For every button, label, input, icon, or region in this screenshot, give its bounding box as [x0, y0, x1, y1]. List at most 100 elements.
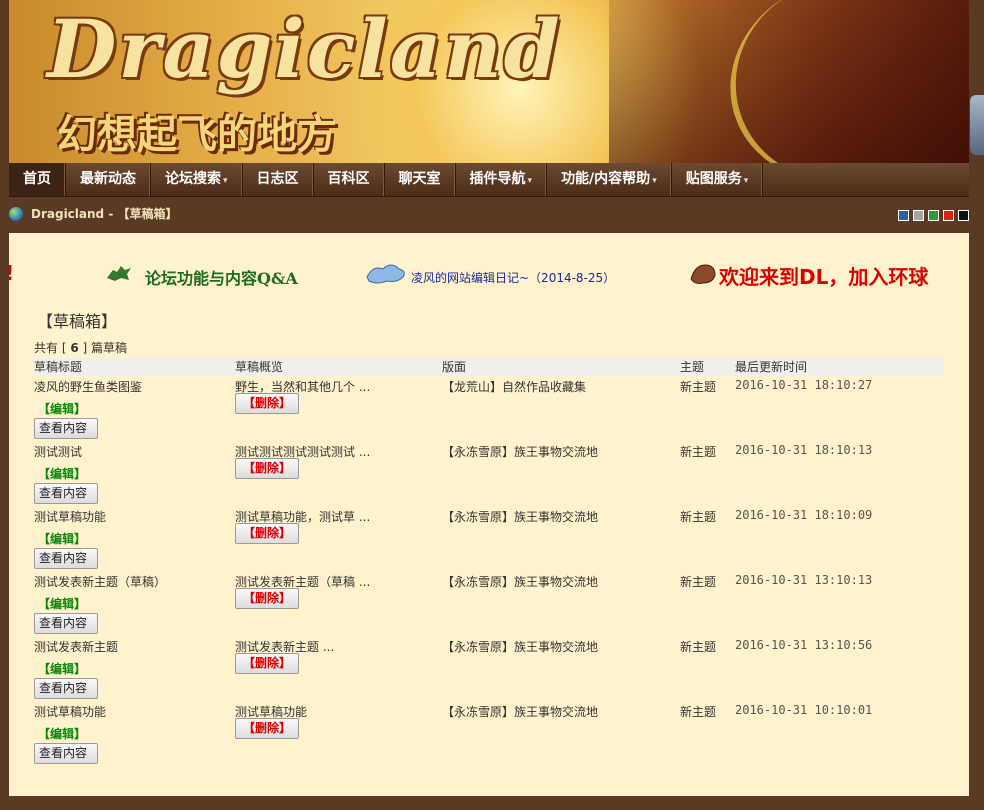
main-content: ! 论坛功能与内容Q&A 凌风的网站编辑日记~（2014-8-25） 欢迎来到D… — [9, 233, 969, 796]
edit-link[interactable]: 【编辑】 — [38, 725, 86, 742]
draft-updated-time: 2016-10-31 13:10:13 — [735, 573, 873, 587]
draft-board: 【永冻雪原】族王事物交流地 — [442, 445, 599, 459]
nav-item[interactable]: 首页 — [9, 163, 66, 196]
header-board: 版面 — [442, 360, 467, 374]
green-dragon-icon — [107, 266, 131, 281]
nav-item-label: 百科区 — [327, 171, 370, 187]
draft-topic: 新主题 — [680, 575, 717, 589]
header-preview: 草稿概览 — [235, 360, 284, 374]
nav-item-label: 聊天室 — [398, 171, 441, 187]
view-content-button[interactable]: 查看内容 — [34, 613, 98, 634]
draft-updated-time: 2016-10-31 18:10:13 — [735, 443, 873, 457]
ticker-item-welcome[interactable]: 欢迎来到DL，加入环球 — [719, 261, 928, 289]
table-row: 测试测试 【编辑】 查看内容 测试测试测试测试测试 ... 【删除】 【永冻雪原】族王事物… — [34, 441, 944, 506]
delete-button[interactable]: 【删除】 — [235, 458, 299, 479]
draft-board: 【龙荒山】自然作品收藏集 — [442, 380, 587, 394]
draft-title: 测试草稿功能 — [34, 705, 107, 719]
caret-down-icon: ▾ — [223, 176, 228, 186]
table-row: 测试草稿功能 【编辑】 查看内容 测试草稿功能 【删除】 【永冻雪原】族王事物交流地 新主题… — [34, 701, 944, 766]
nav-item[interactable]: 功能/内容帮助 ▾ — [547, 163, 672, 196]
style-switcher — [898, 210, 969, 221]
draft-title: 测试草稿功能 — [34, 510, 107, 524]
globe-icon — [9, 207, 23, 221]
site-logo: Dragicland — [47, 2, 562, 96]
nav-item[interactable]: 论坛搜索 ▾ — [151, 163, 243, 196]
drafts-table: 草稿标题 草稿概览 版面 主题 最后更新时间 凌风的野生鱼类图鉴 【编辑】 查看内容… — [34, 358, 944, 766]
side-mascot-image — [970, 95, 984, 155]
draft-board: 【永冻雪原】族王事物交流地 — [442, 575, 599, 589]
draft-topic: 新主题 — [680, 380, 717, 394]
draft-count: 共有 [ 6 ] 篇草稿 — [34, 341, 127, 355]
dragon-wing-artwork — [609, 0, 969, 163]
main-nav: 首页 最新动态 论坛搜索 ▾ 日志区 百科区 聊天室 插件导航 ▾ 功能/内容帮助 ▾ 贴图服务 ▾ — [9, 163, 969, 197]
delete-button[interactable]: 【删除】 — [235, 718, 299, 739]
header-updated: 最后更新时间 — [735, 360, 808, 374]
nav-item[interactable]: 贴图服务 ▾ — [672, 163, 764, 196]
nav-item-label: 首页 — [23, 171, 51, 187]
edit-link[interactable]: 【编辑】 — [38, 595, 86, 612]
breadcrumb-text[interactable]: Dragicland - 【草稿箱】 — [31, 207, 177, 221]
draft-title: 测试测试 — [34, 445, 83, 459]
site-slogan: 幻想起飞的地方 — [57, 111, 337, 158]
table-row: 凌风的野生鱼类图鉴 【编辑】 查看内容 野生，当然和其他几个 ... 【删除】 【龙荒山】… — [34, 376, 944, 441]
breadcrumb: Dragicland - 【草稿箱】 — [9, 200, 969, 228]
draft-title: 测试发表新主题 — [34, 640, 119, 654]
draft-title: 测试发表新主题（草稿） — [34, 575, 167, 589]
nav-item-label: 功能/内容帮助 — [561, 171, 651, 187]
view-content-button[interactable]: 查看内容 — [34, 483, 98, 504]
draft-topic: 新主题 — [680, 510, 717, 524]
edit-link[interactable]: 【编辑】 — [38, 400, 86, 417]
table-body: 凌风的野生鱼类图鉴 【编辑】 查看内容 野生，当然和其他几个 ... 【删除】 【龙荒山】… — [34, 376, 944, 766]
draft-board: 【永冻雪原】族王事物交流地 — [442, 640, 599, 654]
header-topic: 主题 — [680, 360, 705, 374]
nav-item[interactable]: 最新动态 — [66, 163, 151, 196]
site-banner[interactable]: Dragicland 幻想起飞的地方 — [9, 0, 969, 163]
nav-item[interactable]: 百科区 — [314, 163, 385, 196]
nav-item-label: 贴图服务 — [685, 171, 742, 187]
draft-updated-time: 2016-10-31 18:10:27 — [735, 378, 873, 392]
header-title: 草稿标题 — [34, 360, 83, 374]
nav-item-label: 插件导航 — [469, 171, 526, 187]
style-swatch[interactable] — [958, 210, 969, 221]
style-swatch[interactable] — [943, 210, 954, 221]
ticker-item-diary[interactable]: 凌风的网站编辑日记~（2014-8-25） — [411, 269, 615, 286]
table-row: 测试草稿功能 【编辑】 查看内容 测试草稿功能，测试草 ... 【删除】 【永冻雪原】族王… — [34, 506, 944, 571]
ticker-item-qa[interactable]: 论坛功能与内容Q&A — [145, 265, 298, 289]
style-swatch[interactable] — [898, 210, 909, 221]
delete-button[interactable]: 【删除】 — [235, 588, 299, 609]
caret-down-icon: ▾ — [527, 176, 533, 186]
view-content-button[interactable]: 查看内容 — [34, 418, 98, 439]
table-row: 测试发表新主题 【编辑】 查看内容 测试发表新主题 ... 【删除】 【永冻雪原】族王事物… — [34, 636, 944, 701]
view-content-button[interactable]: 查看内容 — [34, 548, 98, 569]
table-row: 测试发表新主题（草稿） 【编辑】 查看内容 测试发表新主题（草稿 ... 【删除】 【永冻… — [34, 571, 944, 636]
draft-topic: 新主题 — [680, 705, 717, 719]
caret-down-icon: ▾ — [652, 176, 657, 186]
delete-button[interactable]: 【删除】 — [235, 523, 299, 544]
nav-item[interactable]: 日志区 — [243, 163, 314, 196]
style-swatch[interactable] — [928, 210, 939, 221]
draft-board: 【永冻雪原】族王事物交流地 — [442, 510, 599, 524]
edit-link[interactable]: 【编辑】 — [38, 660, 86, 677]
page-title: 【草稿箱】 — [37, 312, 118, 331]
nav-item-label: 论坛搜索 — [165, 171, 221, 187]
nav-item[interactable]: 插件导航 ▾ — [456, 163, 548, 196]
draft-topic: 新主题 — [680, 445, 717, 459]
draft-title: 凌风的野生鱼类图鉴 — [34, 380, 143, 394]
brown-dragon-icon — [690, 264, 716, 284]
delete-button[interactable]: 【删除】 — [235, 393, 299, 414]
view-content-button[interactable]: 查看内容 — [34, 678, 98, 699]
draft-topic: 新主题 — [680, 640, 717, 654]
draft-updated-time: 2016-10-31 18:10:09 — [735, 508, 873, 522]
edit-link[interactable]: 【编辑】 — [38, 465, 86, 482]
style-swatch[interactable] — [913, 210, 924, 221]
draft-updated-time: 2016-10-31 13:10:56 — [735, 638, 873, 652]
draft-updated-time: 2016-10-31 10:10:01 — [735, 703, 873, 717]
view-content-button[interactable]: 查看内容 — [34, 743, 98, 764]
nav-item-label: 最新动态 — [80, 171, 136, 187]
nav-item[interactable]: 聊天室 — [385, 163, 456, 196]
edit-link[interactable]: 【编辑】 — [38, 530, 86, 547]
caret-down-icon: ▾ — [743, 176, 749, 186]
delete-button[interactable]: 【删除】 — [235, 653, 299, 674]
ticker-fragment: ! — [9, 261, 14, 285]
blue-dragon-icon — [366, 264, 405, 284]
